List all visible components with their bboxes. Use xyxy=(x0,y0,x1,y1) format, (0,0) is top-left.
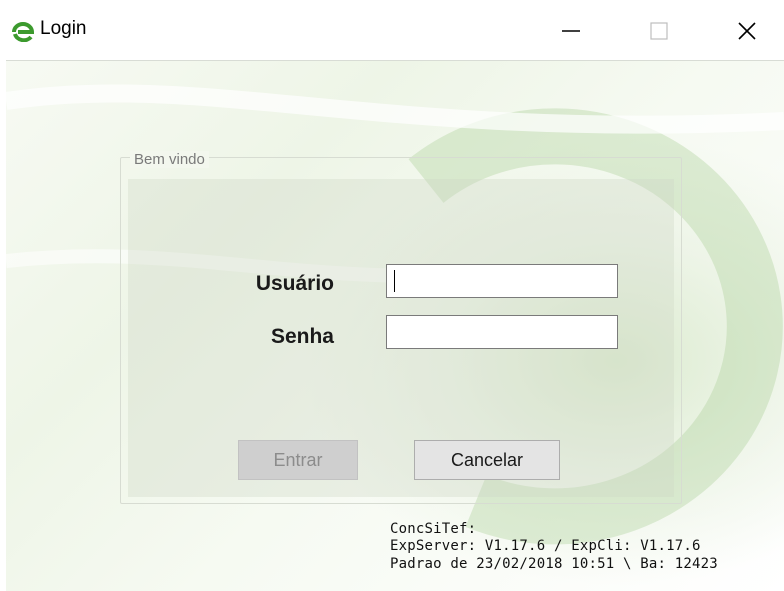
maximize-button[interactable] xyxy=(636,10,682,52)
minimize-icon xyxy=(562,30,580,32)
version-info-build: Padrao de 23/02/2018 10:51 \ Ba: 12423 xyxy=(390,556,718,572)
username-label: Usuário xyxy=(255,272,334,295)
close-button[interactable] xyxy=(724,10,770,52)
username-input[interactable] xyxy=(386,264,618,298)
window-title: Login xyxy=(40,18,87,39)
title-bar: Login xyxy=(0,0,784,60)
close-icon xyxy=(738,22,756,40)
version-info-title: ConcSiTef: xyxy=(390,521,477,537)
text-caret xyxy=(394,270,395,292)
groupbox-legend: Bem vindo xyxy=(130,151,209,168)
version-info-server: ExpServer: V1.17.6 / ExpCli: V1.17.6 xyxy=(390,538,701,554)
password-input[interactable] xyxy=(386,315,618,349)
enter-button[interactable]: Entrar xyxy=(238,440,358,480)
password-label: Senha xyxy=(270,325,334,348)
minimize-button[interactable] xyxy=(548,10,594,52)
app-logo-icon xyxy=(10,20,36,43)
cancel-button[interactable]: Cancelar xyxy=(414,440,560,480)
login-panel: Bem vindo Usuário Senha Entrar Cancelar … xyxy=(6,60,784,591)
maximize-icon xyxy=(650,22,668,40)
